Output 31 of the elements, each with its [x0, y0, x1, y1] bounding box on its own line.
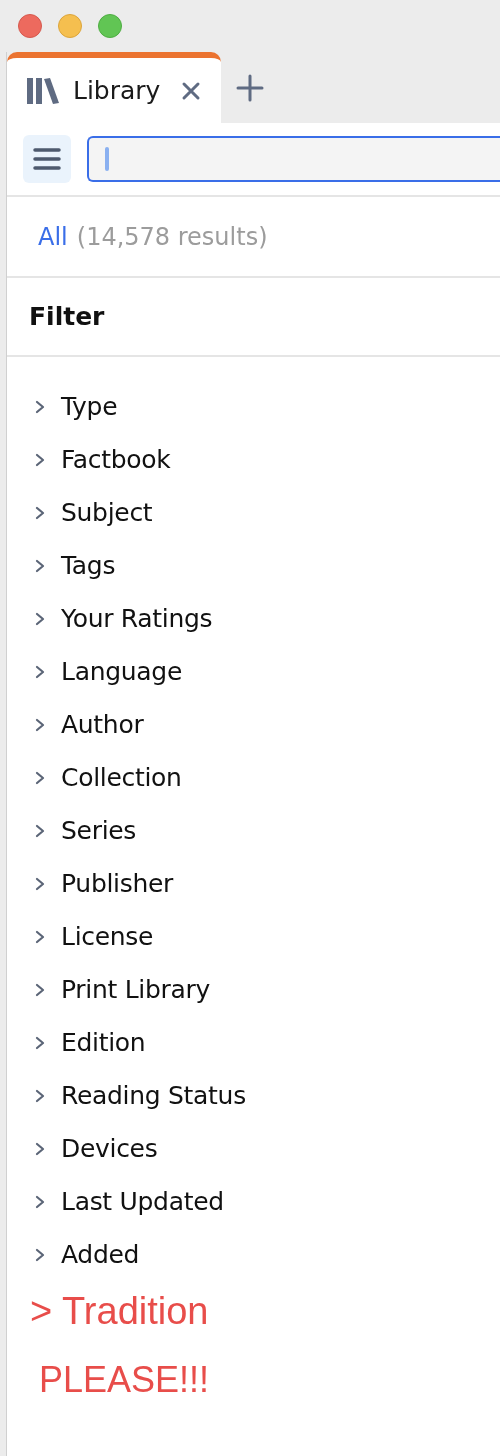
- close-window-button[interactable]: [18, 14, 42, 38]
- filter-item[interactable]: Publisher: [7, 857, 500, 910]
- filter-item[interactable]: Last Updated: [7, 1175, 500, 1228]
- filter-item[interactable]: License: [7, 910, 500, 963]
- filter-item[interactable]: Series: [7, 804, 500, 857]
- menu-icon: [33, 147, 61, 171]
- filter-item[interactable]: Devices: [7, 1122, 500, 1175]
- search-field[interactable]: [87, 136, 500, 182]
- new-tab-icon[interactable]: [235, 72, 265, 103]
- filter-item[interactable]: Collection: [7, 751, 500, 804]
- all-link[interactable]: All: [38, 222, 68, 251]
- annotation-note: PLEASE!!!: [39, 1359, 210, 1400]
- close-icon[interactable]: [181, 80, 201, 101]
- menu-button[interactable]: [23, 135, 71, 183]
- filter-item[interactable]: Tags: [7, 539, 500, 592]
- filter-item[interactable]: Language: [7, 645, 500, 698]
- zoom-window-button[interactable]: [98, 14, 122, 38]
- filter-item[interactable]: Print Library: [7, 963, 500, 1016]
- filter-item[interactable]: Author: [7, 698, 500, 751]
- filter-item[interactable]: Added: [7, 1228, 500, 1281]
- filter-item[interactable]: Factbook: [7, 433, 500, 486]
- filter-item[interactable]: Edition: [7, 1016, 500, 1069]
- filter-item[interactable]: Reading Status: [7, 1069, 500, 1122]
- filter-heading: Filter: [29, 302, 105, 331]
- annotation-heading: > Tradition: [30, 1290, 209, 1332]
- filter-item[interactable]: Type: [7, 380, 500, 433]
- books-icon: [27, 77, 59, 104]
- filter-item[interactable]: Your Ratings: [7, 592, 500, 645]
- tab[interactable]: Library: [7, 52, 221, 123]
- filter-item[interactable]: Subject: [7, 486, 500, 539]
- results-count: (14,578 results): [76, 222, 268, 251]
